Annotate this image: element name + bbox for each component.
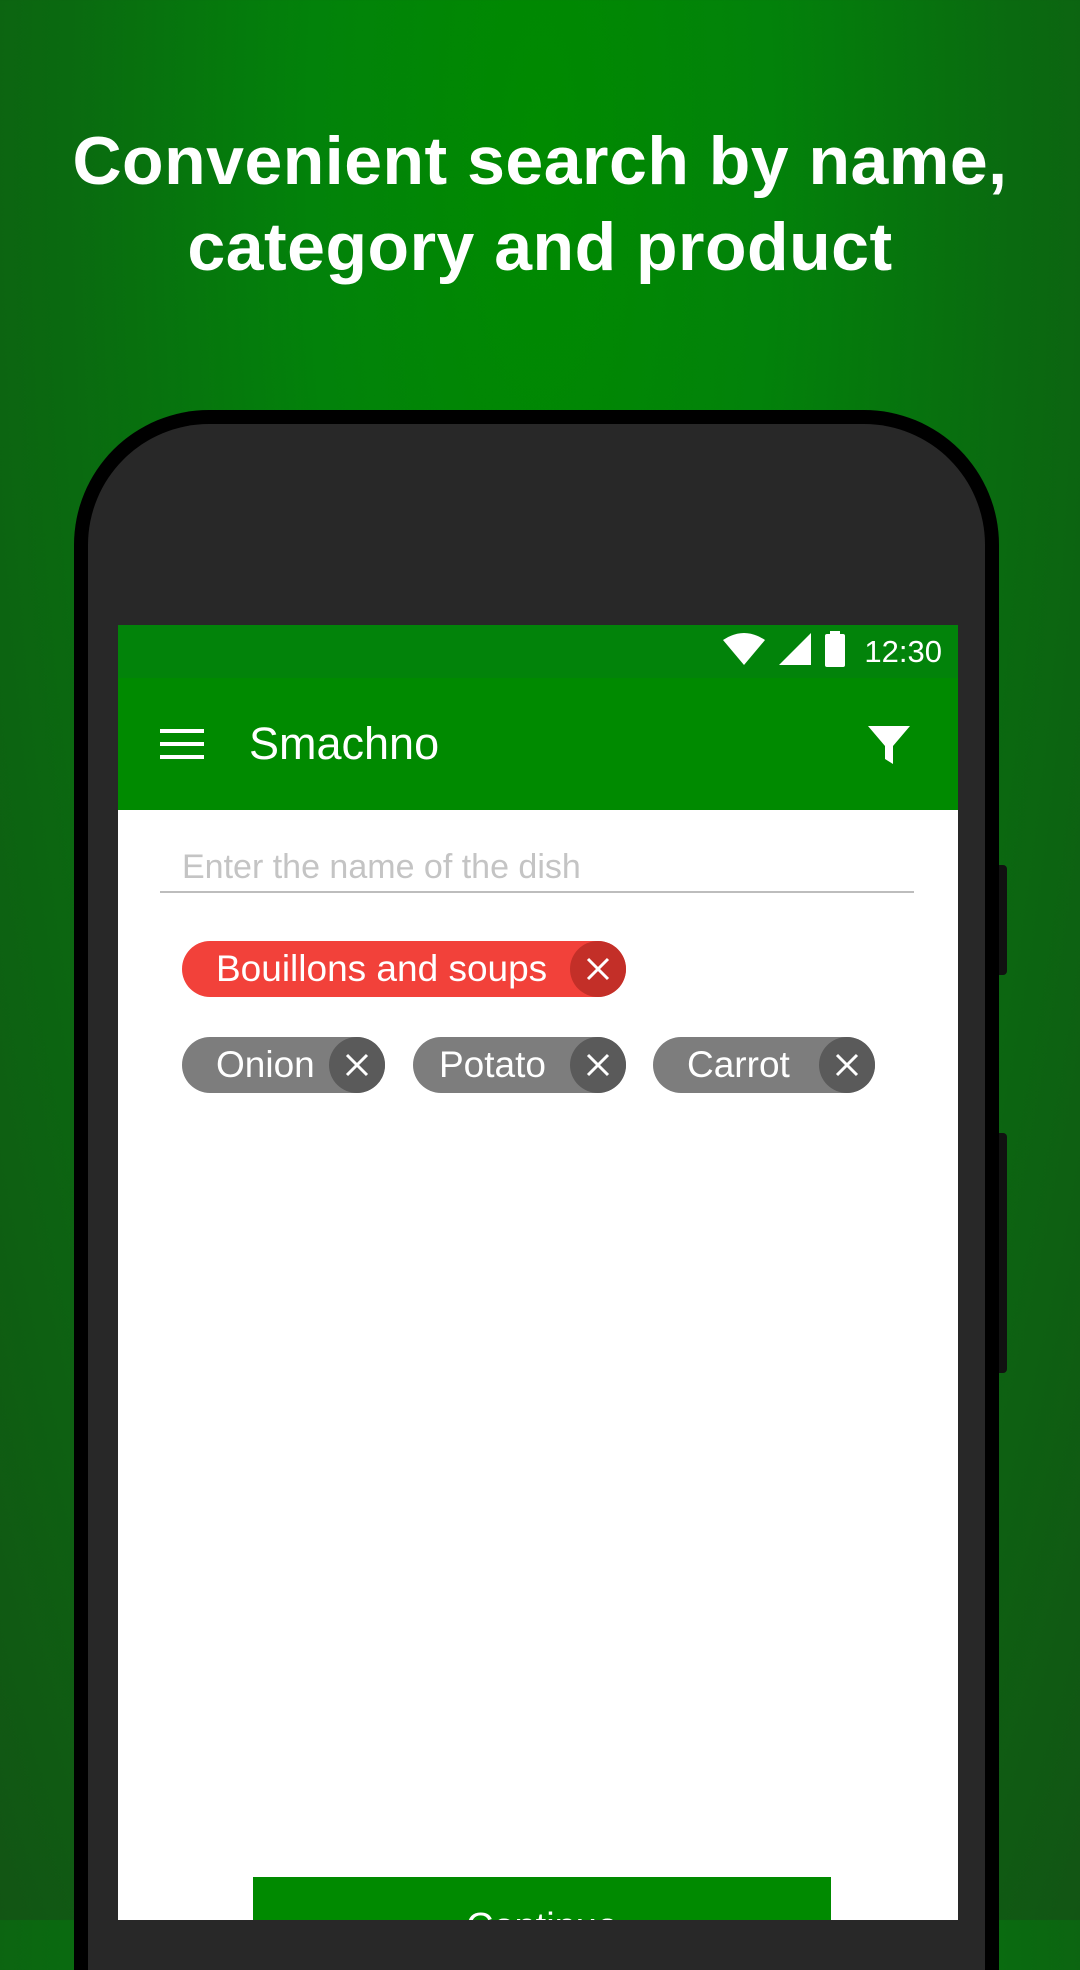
close-icon (586, 957, 610, 981)
product-chip-potato[interactable]: Potato (413, 1037, 626, 1093)
product-chip-onion[interactable]: Onion (182, 1037, 385, 1093)
app-bar: Smachno (118, 678, 958, 810)
promo-headline-line2: category and product (187, 209, 893, 285)
product-chip-carrot[interactable]: Carrot (653, 1037, 875, 1093)
product-chip-remove-button[interactable] (329, 1037, 385, 1093)
phone-screen: 12:30 Smachno Bouillons and soups Onion (118, 625, 958, 1920)
product-chip-label: Potato (439, 1044, 546, 1085)
battery-icon (824, 631, 846, 672)
filter-button[interactable] (866, 722, 912, 768)
category-chip[interactable]: Bouillons and soups (182, 941, 626, 997)
product-chip-remove-button[interactable] (819, 1037, 875, 1093)
wifi-icon (722, 632, 766, 671)
status-bar: 12:30 (118, 625, 958, 678)
close-icon (345, 1053, 369, 1077)
continue-button[interactable]: Continue (253, 1877, 831, 1920)
status-time: 12:30 (864, 633, 942, 669)
status-icons: 12:30 (722, 625, 942, 678)
phone-volume-button (999, 865, 1007, 975)
phone-power-button (999, 1133, 1007, 1373)
product-chip-label: Carrot (687, 1044, 790, 1085)
menu-icon (160, 729, 204, 759)
product-chip-remove-button[interactable] (570, 1037, 626, 1093)
close-icon (586, 1053, 610, 1077)
category-chip-remove-button[interactable] (570, 941, 626, 997)
filter-icon (868, 726, 910, 764)
dish-search-input[interactable] (160, 843, 914, 893)
promo-headline: Convenient search by name, category and … (0, 118, 1080, 290)
menu-button[interactable] (160, 725, 204, 763)
product-chip-label: Onion (216, 1044, 315, 1085)
signal-icon (778, 632, 812, 671)
app-title: Smachno (249, 718, 440, 769)
category-chip-label: Bouillons and soups (216, 948, 548, 989)
close-icon (835, 1053, 859, 1077)
promo-headline-line1: Convenient search by name, (72, 123, 1008, 199)
